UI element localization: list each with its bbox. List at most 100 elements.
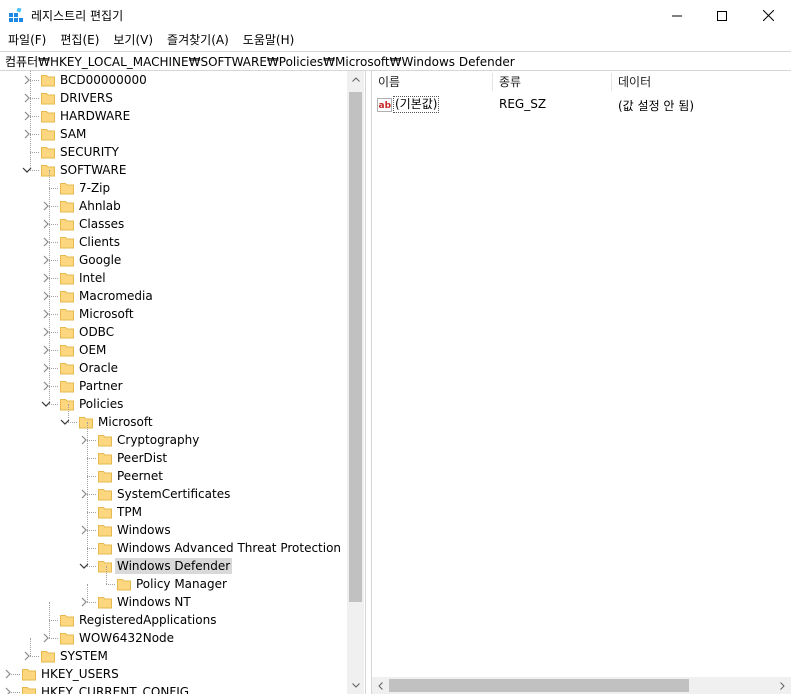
tree-item[interactable]: Microsoft — [0, 413, 347, 431]
tree-item-label: Macromedia — [79, 289, 153, 303]
tree-item[interactable]: Windows Advanced Threat Protection — [0, 539, 347, 557]
folder-icon — [60, 363, 74, 375]
folder-icon — [98, 489, 112, 501]
menu-view[interactable]: 보기(V) — [106, 31, 160, 51]
scroll-down-button[interactable] — [347, 677, 364, 694]
tree-guide — [49, 296, 50, 314]
tree-item-label: SOFTWARE — [60, 163, 127, 177]
close-button[interactable] — [745, 0, 791, 31]
tree-item[interactable]: TPM — [0, 503, 347, 521]
scroll-up-button[interactable] — [347, 71, 364, 88]
tree-guide — [49, 278, 50, 296]
tree-item[interactable]: WOW6432Node — [0, 629, 347, 647]
tree-item-label: Ahnlab — [79, 199, 121, 213]
chevron-down-icon — [351, 683, 360, 688]
tree-item[interactable]: Clients — [0, 233, 347, 251]
folder-icon — [60, 633, 74, 645]
tree-item-label: Partner — [79, 379, 123, 393]
tree-guide — [87, 530, 88, 548]
window-title: 레지스트리 편집기 — [31, 9, 124, 23]
folder-icon — [60, 309, 74, 321]
tree-item[interactable]: Google — [0, 251, 347, 269]
folder-icon — [60, 399, 74, 411]
tree-item[interactable]: Macromedia — [0, 287, 347, 305]
tree-item[interactable]: Windows NT — [0, 593, 347, 611]
tree-item[interactable]: BCD00000000 — [0, 71, 347, 89]
tree-item[interactable]: SYSTEM — [0, 647, 347, 665]
folder-icon — [60, 381, 74, 393]
tree-guide — [49, 620, 50, 638]
scroll-right-button[interactable] — [774, 677, 791, 694]
tree-item-label: SystemCertificates — [117, 487, 231, 501]
folder-icon — [41, 147, 55, 159]
tree-item[interactable]: SystemCertificates — [0, 485, 347, 503]
menu-edit[interactable]: 편집(E) — [53, 31, 106, 51]
tree-guide — [49, 350, 50, 368]
address-path[interactable]: 컴퓨터₩HKEY_LOCAL_MACHINE₩SOFTWARE₩Policies… — [5, 53, 515, 70]
column-header-data[interactable]: 데이터 — [612, 71, 790, 93]
folder-icon — [98, 471, 112, 483]
folder-icon — [22, 687, 36, 694]
list-scroll-thumb[interactable] — [389, 679, 689, 692]
tree-item[interactable]: Oracle — [0, 359, 347, 377]
tree-scroll-thumb[interactable] — [349, 91, 362, 602]
tree-item[interactable]: OEM — [0, 341, 347, 359]
tree-item[interactable]: Policy Manager — [0, 575, 347, 593]
tree-item[interactable]: PeerDist — [0, 449, 347, 467]
tree-item[interactable]: Cryptography — [0, 431, 347, 449]
tree-item[interactable]: Policies — [0, 395, 347, 413]
list-item[interactable]: ab (기본값) REG_SZ (값 설정 안 됨) — [372, 95, 790, 115]
tree-item[interactable]: SECURITY — [0, 143, 347, 161]
tree-item-label: Windows Advanced Threat Protection — [117, 541, 342, 555]
menu-favorites[interactable]: 즐겨찾기(A) — [160, 31, 236, 51]
tree-item[interactable]: RegisteredApplications — [0, 611, 347, 629]
tree-guide — [49, 188, 50, 206]
values-list-pane: 이름 종류 데이터 ab (기본값) REG_SZ (값 설정 안 됨) — [371, 71, 791, 694]
tree-item[interactable]: ODBC — [0, 323, 347, 341]
column-header-name[interactable]: 이름 — [372, 71, 492, 93]
tree-item[interactable]: SOFTWARE — [0, 161, 347, 179]
minimize-button[interactable] — [654, 0, 700, 31]
tree-item[interactable]: HKEY_CURRENT_CONFIG — [0, 683, 347, 694]
tree-item[interactable]: SAM — [0, 125, 347, 143]
tree-item[interactable]: Ahnlab — [0, 197, 347, 215]
tree-guide — [30, 134, 31, 152]
tree-item[interactable]: DRIVERS — [0, 89, 347, 107]
tree-item-label: Google — [79, 253, 122, 267]
folder-icon — [60, 273, 74, 285]
tree-connector — [87, 458, 96, 459]
tree-item[interactable]: HARDWARE — [0, 107, 347, 125]
tree-item-label: Windows Defender — [115, 558, 233, 574]
tree-item[interactable]: Microsoft — [0, 305, 347, 323]
chevron-right-icon[interactable] — [3, 686, 13, 694]
column-header-type[interactable]: 종류 — [493, 71, 611, 93]
tree-item-label: SAM — [60, 127, 87, 141]
tree-item[interactable]: Windows Defender — [0, 557, 347, 575]
tree-item-label: Oracle — [79, 361, 119, 375]
chevron-right-icon[interactable] — [3, 668, 13, 680]
tree-item[interactable]: HKEY_USERS — [0, 665, 347, 683]
tree-connector — [87, 512, 96, 513]
folder-icon — [98, 561, 112, 573]
tree-item-label: Cryptography — [117, 433, 200, 447]
address-bar[interactable]: 컴퓨터₩HKEY_LOCAL_MACHINE₩SOFTWARE₩Policies… — [0, 51, 791, 71]
scroll-left-button[interactable] — [372, 677, 389, 694]
menu-file[interactable]: 파일(F) — [0, 31, 53, 51]
tree-item[interactable]: Intel — [0, 269, 347, 287]
tree-item[interactable]: Peernet — [0, 467, 347, 485]
tree-item[interactable]: Partner — [0, 377, 347, 395]
list-horizontal-scrollbar[interactable] — [372, 677, 791, 694]
maximize-button[interactable] — [699, 0, 745, 31]
menu-help[interactable]: 도움말(H) — [236, 31, 302, 51]
tree-guide — [87, 512, 88, 530]
folder-icon — [79, 417, 93, 429]
tree-guide — [87, 548, 88, 566]
folder-icon — [60, 291, 74, 303]
tree-item[interactable]: Classes — [0, 215, 347, 233]
string-value-icon: ab — [377, 98, 392, 112]
folder-icon — [98, 453, 112, 465]
tree-item[interactable]: Windows — [0, 521, 347, 539]
tree-item[interactable]: 7-Zip — [0, 179, 347, 197]
tree-vertical-scrollbar[interactable] — [347, 71, 364, 694]
tree-guide — [49, 314, 50, 332]
